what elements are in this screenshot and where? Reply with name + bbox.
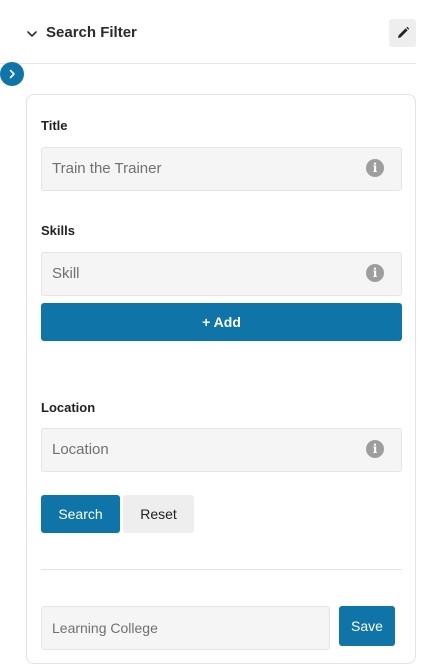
- filter-header[interactable]: Search Filter: [0, 0, 416, 64]
- edit-button[interactable]: [389, 19, 416, 47]
- chevron-right-icon: [9, 69, 15, 79]
- saved-search-name-value: Learning College: [52, 620, 158, 636]
- save-button[interactable]: Save: [339, 606, 395, 646]
- title-input[interactable]: Train the Trainer i: [41, 147, 402, 191]
- location-input-placeholder: Location: [52, 441, 109, 458]
- saved-search-name-input[interactable]: Learning College: [41, 606, 330, 650]
- pencil-icon: [397, 26, 409, 38]
- info-icon[interactable]: i: [366, 264, 384, 282]
- skill-input[interactable]: Skill i: [41, 252, 402, 296]
- info-icon[interactable]: i: [366, 440, 384, 458]
- add-skill-button[interactable]: + Add: [41, 303, 402, 341]
- chevron-down-icon[interactable]: [24, 26, 40, 42]
- title-input-value: Train the Trainer: [52, 160, 162, 177]
- sidebar-toggle-button[interactable]: [0, 62, 24, 86]
- location-input[interactable]: Location i: [41, 428, 402, 472]
- location-label: Location: [41, 400, 96, 415]
- search-button[interactable]: Search: [41, 495, 120, 533]
- skill-input-placeholder: Skill: [52, 265, 80, 282]
- title-label: Title: [41, 118, 68, 133]
- reset-button[interactable]: Reset: [123, 495, 194, 533]
- info-icon[interactable]: i: [366, 159, 384, 177]
- skills-label: Skills: [41, 223, 75, 238]
- divider: [41, 569, 402, 570]
- filter-title: Search Filter: [46, 24, 137, 41]
